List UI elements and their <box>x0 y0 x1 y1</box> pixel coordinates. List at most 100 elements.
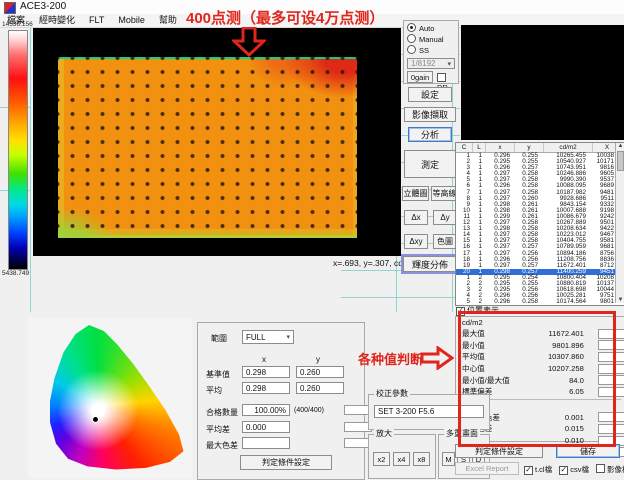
avg-y-field[interactable]: 0.260 <box>296 382 344 394</box>
radio-manual-icon <box>407 34 416 43</box>
stats-judge-box <box>598 329 624 339</box>
multi-screen-title: 多重畫面 <box>444 429 480 439</box>
table-scrollbar[interactable]: ▲ ▼ <box>615 143 624 303</box>
stats-judge-box <box>598 412 624 422</box>
table-header-cell: L <box>473 143 486 152</box>
maxdiff-field[interactable] <box>242 437 290 449</box>
table-header-cell: C <box>456 143 473 152</box>
measurement-viewport[interactable] <box>33 28 401 256</box>
menu-item[interactable]: 經時變化 <box>32 14 82 27</box>
settings-button[interactable]: 設定 <box>408 87 452 102</box>
annotation-right-arrow-icon <box>420 346 454 370</box>
target-panel: 範圍 FULL▾ x y 基準值 0.298 0.260 平均 0.298 0.… <box>197 322 365 480</box>
scroll-thumb[interactable] <box>617 151 624 171</box>
save-button[interactable]: 儲存 <box>556 444 620 458</box>
zoom-panel: 放大 x2 x4 x8 <box>368 434 436 479</box>
window-title: ACE3-200 <box>20 0 66 14</box>
pass-value-field[interactable]: 100.00% <box>242 404 290 416</box>
delta-xy-button[interactable]: Δxy <box>404 234 428 249</box>
stats-judge-box <box>598 364 624 374</box>
annotation-judge: 各种值判断 <box>358 349 423 368</box>
capture-button[interactable]: 影像擷取 <box>404 107 456 122</box>
avgdiff-field[interactable]: 0.000 <box>242 421 290 433</box>
range-dropdown[interactable]: FULL▾ <box>242 330 294 344</box>
zoom-x4-button[interactable]: x4 <box>393 452 410 466</box>
stats-luminance-rows: 最大值11672.401最小值9801.896平均值10307.860中心值10… <box>456 328 624 398</box>
luminance-heatmap[interactable] <box>58 57 357 238</box>
dr-checkbox-icon <box>437 73 446 82</box>
base-x-field[interactable]: 0.298 <box>242 366 290 378</box>
stats-label: 中心值 <box>456 363 532 374</box>
color-map-button[interactable]: 色圖 <box>433 234 457 249</box>
position-checkbox-icon <box>456 307 465 316</box>
stats-judge-box <box>598 340 624 350</box>
zero-gain-button[interactable]: 0gain <box>407 71 433 83</box>
stats-judge-box <box>598 387 624 397</box>
menu-item[interactable]: 幫助 <box>152 14 184 27</box>
delta-y-button[interactable]: Δy <box>433 210 457 225</box>
table-cell: 9801 <box>588 299 616 305</box>
maxdiff-label: 最大色差 <box>206 440 238 451</box>
table-header-cell: x <box>486 143 515 152</box>
zoom-x2-button[interactable]: x2 <box>373 452 390 466</box>
stats-value: 10207.258 <box>532 364 584 373</box>
export-checkboxes: t.cl檔 csv檔 影像檔 <box>524 464 624 475</box>
tcl-checkbox[interactable]: t.cl檔 <box>524 465 552 474</box>
pass-count: (400/400) <box>294 407 324 414</box>
delta-x-button[interactable]: Δx <box>404 210 428 225</box>
judge-condition-button-2[interactable]: 判定條件設定 <box>455 444 543 458</box>
scroll-up-icon[interactable]: ▲ <box>616 143 624 149</box>
range-label: 範圍 <box>211 333 227 344</box>
radio-auto-icon <box>407 23 416 32</box>
multi-m-button[interactable]: M <box>442 452 455 466</box>
excel-report-button[interactable]: Excel Report <box>455 462 519 475</box>
cie-white-point-marker <box>92 416 99 423</box>
menu-item[interactable]: Mobile <box>111 14 152 27</box>
calibration-field[interactable]: SET 3-200 F5.6 <box>374 405 484 418</box>
table-header-cell: y <box>515 143 544 152</box>
avg-label: 平均 <box>206 385 222 396</box>
image-checkbox-icon <box>596 464 605 473</box>
stats-row: 平均值10307.860 <box>456 351 624 363</box>
radio-ss[interactable]: SS <box>404 44 458 55</box>
stats-row: 最大值11672.401 <box>456 328 624 340</box>
judge-condition-button[interactable]: 判定條件設定 <box>240 455 332 470</box>
stats-value: 0.001 <box>532 413 584 422</box>
capture-panel: Auto Manual SS 1/8192▾ 0gain DR <box>403 20 459 84</box>
measurement-table[interactable]: CLxycd/m2X 110.2960.25510265.45510038210… <box>455 142 624 306</box>
stereo-button[interactable]: 立體圖 <box>402 186 429 201</box>
stats-label: 最小值/最大值 <box>456 375 532 386</box>
stats-label: 最大值 <box>456 328 532 339</box>
menu-item[interactable]: FLT <box>82 14 111 27</box>
calibration-panel: 校正參數 SET 3-200 F5.6 <box>368 394 490 430</box>
stats-label: 平均值 <box>456 351 532 362</box>
base-y-field[interactable]: 0.260 <box>296 366 344 378</box>
avgdiff-label: 平均差 <box>206 424 230 435</box>
image-checkbox[interactable]: 影像檔 <box>596 465 624 474</box>
avg-x-field[interactable]: 0.298 <box>242 382 290 394</box>
chevron-down-icon: ▾ <box>447 60 451 68</box>
luminance-dist-button[interactable]: 輝度分佈 <box>403 256 457 272</box>
contour-button[interactable]: 等高線 <box>431 186 458 201</box>
stats-judge-box <box>598 424 624 434</box>
shutter-dropdown[interactable]: 1/8192▾ <box>407 58 455 69</box>
stats-row: 最小值9801.896 <box>456 340 624 352</box>
stats-value: 0.015 <box>532 424 584 433</box>
cie-chromaticity-diagram[interactable] <box>38 322 188 474</box>
zoom-x8-button[interactable]: x8 <box>413 452 430 466</box>
radio-manual[interactable]: Manual <box>404 33 458 44</box>
table-cell: 10174.564 <box>540 299 588 305</box>
radio-auto[interactable]: Auto <box>404 21 458 33</box>
analyze-button[interactable]: 分析 <box>408 127 452 142</box>
scroll-down-icon[interactable]: ▼ <box>616 297 624 303</box>
csv-checkbox[interactable]: csv檔 <box>559 465 589 474</box>
position-checkbox[interactable]: 位置表示 <box>456 305 499 316</box>
tcl-checkbox-icon <box>524 466 533 475</box>
calibration-title: 校正參數 <box>374 389 410 399</box>
csv-checkbox-icon <box>559 466 568 475</box>
cie-panel <box>28 318 192 478</box>
stats-section-luminance: cd/m2 <box>456 317 624 328</box>
measure-button[interactable]: 測定 <box>404 150 456 178</box>
table-body[interactable]: 110.2960.25510265.45510038210.2950.25510… <box>456 153 624 305</box>
stats-value: 10307.860 <box>532 352 584 361</box>
